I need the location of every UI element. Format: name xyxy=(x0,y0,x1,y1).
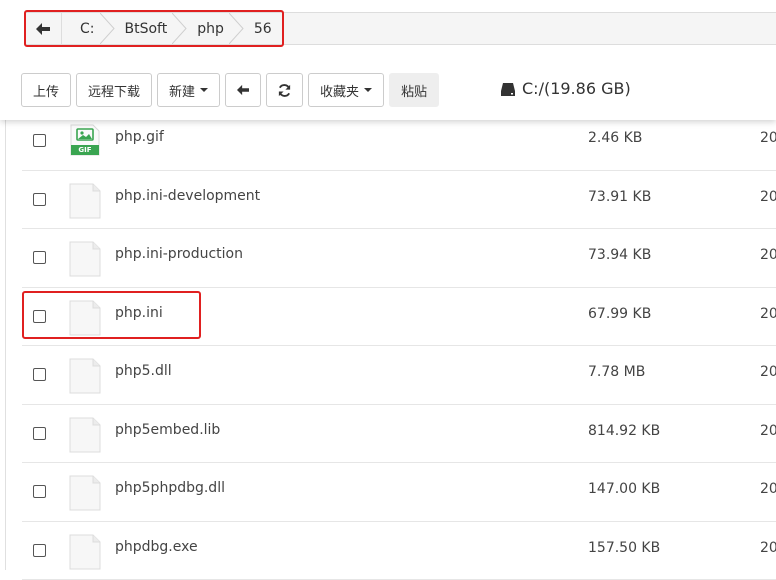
row-checkbox[interactable] xyxy=(33,251,46,264)
gif-icon-label: GIF xyxy=(69,146,101,155)
file-date: 20 xyxy=(760,189,776,205)
hard-drive-icon xyxy=(500,81,516,97)
file-size: 147.00 KB xyxy=(588,481,660,497)
file-date: 20 xyxy=(760,306,776,322)
breadcrumb-label: php xyxy=(197,21,224,37)
favorites-button-label: 收藏夹 xyxy=(320,81,359,100)
file-row[interactable]: php5embed.lib 814.92 KB 20 xyxy=(22,405,776,464)
gif-file-icon: GIF xyxy=(69,124,101,160)
new-button-label: 新建 xyxy=(169,81,195,100)
file-name[interactable]: php.ini-development xyxy=(115,188,260,204)
file-size: 73.91 KB xyxy=(588,189,651,205)
file-date: 20 xyxy=(760,540,776,556)
breadcrumb: C: BtSoft php 56 xyxy=(24,12,776,45)
toolbar: 上传 远程下载 新建 收藏夹 粘贴 xyxy=(21,73,439,107)
caret-down-icon xyxy=(200,88,208,92)
row-checkbox[interactable] xyxy=(33,427,46,440)
file-row[interactable]: phpdbg.exe 157.50 KB 20 xyxy=(22,522,776,580)
refresh-button[interactable] xyxy=(266,73,303,107)
file-date: 20 xyxy=(760,481,776,497)
file-name[interactable]: php5.dll xyxy=(115,363,172,379)
row-checkbox[interactable] xyxy=(33,193,46,206)
file-icon xyxy=(69,183,101,223)
caret-down-icon xyxy=(364,88,372,92)
refresh-icon xyxy=(277,83,292,98)
file-name[interactable]: php.ini-production xyxy=(115,246,243,262)
row-checkbox[interactable] xyxy=(33,544,46,557)
file-row[interactable]: GIF php.gif 2.46 KB 20 xyxy=(22,112,776,171)
top-bar: C: BtSoft php 56 上传 远程下载 新建 xyxy=(0,0,776,120)
breadcrumb-segment-drive[interactable]: C: xyxy=(62,13,107,44)
file-row[interactable]: php5.dll 7.78 MB 20 xyxy=(22,346,776,405)
file-row[interactable]: php5phpdbg.dll 147.00 KB 20 xyxy=(22,463,776,522)
remote-download-button[interactable]: 远程下载 xyxy=(76,73,152,107)
file-date: 20 xyxy=(760,423,776,439)
left-border xyxy=(5,120,6,570)
file-icon xyxy=(69,300,101,340)
row-checkbox[interactable] xyxy=(33,485,46,498)
new-dropdown-button[interactable]: 新建 xyxy=(157,73,220,107)
file-size: 2.46 KB xyxy=(588,130,642,146)
file-name[interactable]: phpdbg.exe xyxy=(115,539,198,555)
row-checkbox[interactable] xyxy=(33,310,46,323)
file-row[interactable]: php.ini-development 73.91 KB 20 xyxy=(22,171,776,230)
disk-label: C:/(19.86 GB) xyxy=(522,79,631,98)
file-icon xyxy=(69,417,101,457)
row-checkbox[interactable] xyxy=(33,134,46,147)
file-size: 67.99 KB xyxy=(588,306,651,322)
row-checkbox[interactable] xyxy=(33,368,46,381)
breadcrumb-label: C: xyxy=(80,21,95,37)
file-size: 157.50 KB xyxy=(588,540,660,556)
file-name[interactable]: php.gif xyxy=(115,129,164,145)
file-size: 814.92 KB xyxy=(588,423,660,439)
file-list: GIF php.gif 2.46 KB 20 php.ini-development 73… xyxy=(22,112,776,580)
breadcrumb-label: BtSoft xyxy=(125,21,168,37)
file-size: 7.78 MB xyxy=(588,364,645,380)
file-row[interactable]: php.ini-production 73.94 KB 20 xyxy=(22,229,776,288)
file-date: 20 xyxy=(760,364,776,380)
file-icon xyxy=(69,241,101,281)
breadcrumb-segment-php[interactable]: php xyxy=(179,13,236,44)
file-date: 20 xyxy=(760,247,776,263)
file-icon xyxy=(69,475,101,515)
file-icon xyxy=(69,358,101,398)
file-icon xyxy=(69,534,101,574)
favorites-dropdown-button[interactable]: 收藏夹 xyxy=(308,73,384,107)
back-button[interactable] xyxy=(225,73,261,107)
paste-button[interactable]: 粘贴 xyxy=(389,73,439,107)
breadcrumb-segment-btsoft[interactable]: BtSoft xyxy=(107,13,180,44)
file-date: 20 xyxy=(760,130,776,146)
file-row[interactable]: php.ini 67.99 KB 20 xyxy=(22,288,776,347)
upload-button[interactable]: 上传 xyxy=(21,73,71,107)
file-size: 73.94 KB xyxy=(588,247,651,263)
back-arrow-icon[interactable] xyxy=(25,13,62,44)
disk-info: C:/(19.86 GB) xyxy=(500,79,631,98)
back-arrow-icon xyxy=(236,84,250,96)
breadcrumb-label: 56 xyxy=(254,21,272,37)
file-name[interactable]: php.ini xyxy=(115,305,163,321)
file-name[interactable]: php5phpdbg.dll xyxy=(115,480,225,496)
file-name[interactable]: php5embed.lib xyxy=(115,422,220,438)
